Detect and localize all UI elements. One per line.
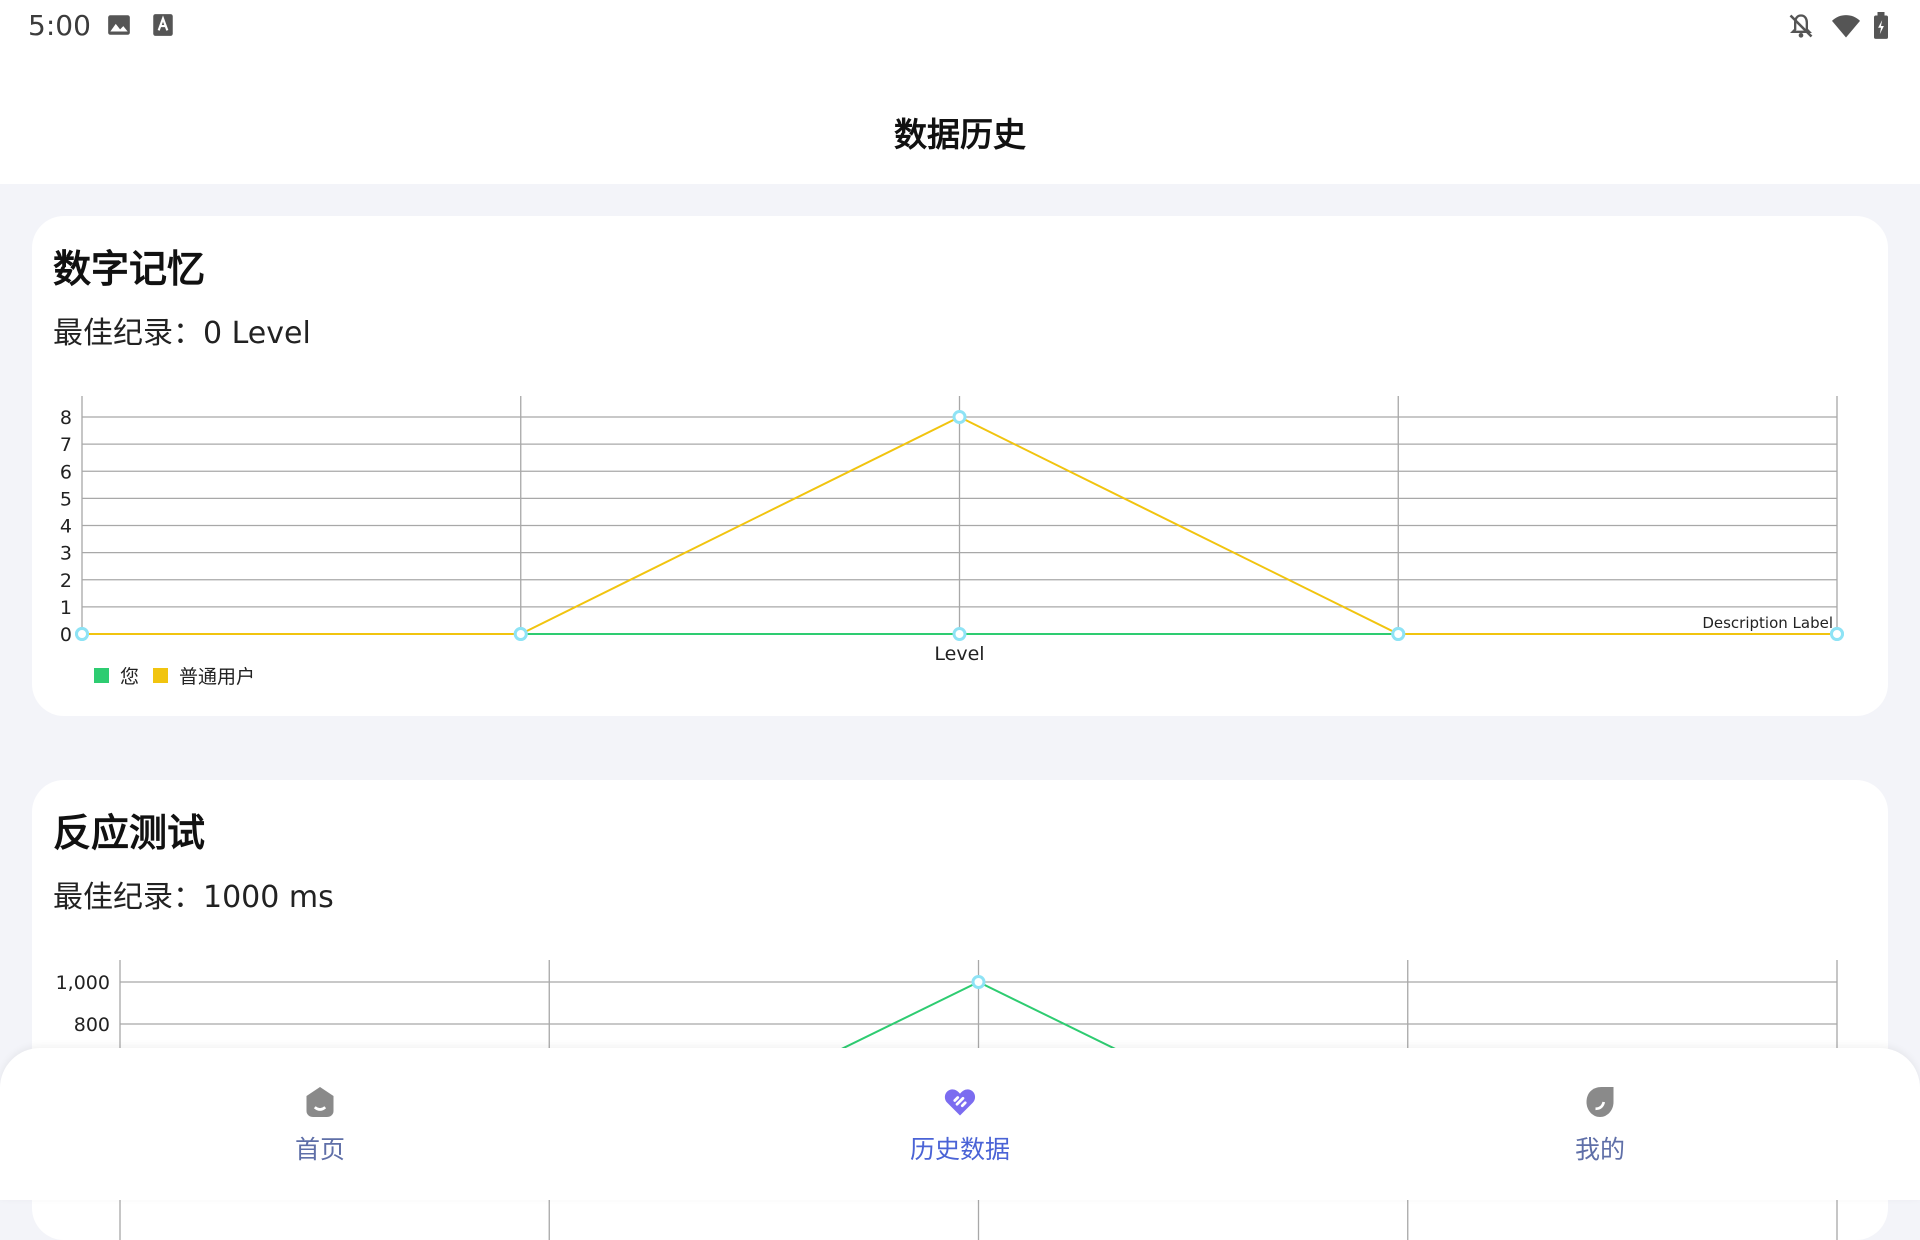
legend-swatch: [94, 668, 109, 683]
profile-leaf-icon: [1586, 1087, 1614, 1117]
nav-label: 历史数据: [909, 1135, 1010, 1164]
data-point: [513, 627, 528, 641]
y-tick-label: 5: [60, 488, 72, 510]
nav-label: 我的: [1574, 1135, 1625, 1164]
data-point: [971, 975, 986, 989]
home-icon: [306, 1087, 334, 1117]
status-bar: 5:00: [0, 0, 1920, 50]
y-tick-label: 7: [60, 434, 72, 456]
data-point: [1391, 627, 1406, 641]
wifi-icon: [1832, 15, 1860, 38]
y-tick-label: 800: [74, 1014, 110, 1036]
y-tick-label: 8: [60, 407, 72, 429]
heart-link-icon: [944, 1089, 976, 1116]
status-time: 5:00: [28, 9, 91, 42]
data-point: [952, 627, 967, 641]
nav-profile[interactable]: 我的: [1490, 1048, 1710, 1200]
y-tick-label: 3: [60, 543, 72, 565]
memory-line-chart: 0 1 2 3 4 5 6 7 8 Level Description Label 您 普通用户: [60, 396, 1844, 688]
nav-label: 首页: [294, 1135, 345, 1164]
legend-swatch: [153, 668, 168, 683]
y-tick-label: 0: [60, 624, 72, 646]
text-a-icon: [153, 14, 173, 36]
description-label: Description Label: [1702, 614, 1833, 632]
y-tick-label: 1,000: [56, 972, 110, 994]
legend-label: 您: [120, 666, 139, 688]
page-title: 数据历史: [894, 115, 1026, 154]
y-tick-label: 2: [60, 570, 72, 592]
legend-label: 普通用户: [179, 666, 255, 688]
image-icon: [108, 15, 130, 35]
nav-history[interactable]: 历史数据: [850, 1048, 1070, 1200]
data-point: [1830, 627, 1844, 641]
bottom-navigation: 首页 历史数据 我的: [0, 1048, 1920, 1200]
data-point: [952, 410, 967, 424]
nav-home[interactable]: 首页: [210, 1048, 430, 1200]
memory-card: 数字记忆 最佳纪录：0 Level 0 1 2 3 4 5 6 7 8 Level Descript…: [32, 216, 1888, 716]
x-axis-label: Level: [934, 643, 984, 665]
y-tick-label: 4: [60, 516, 72, 538]
data-point: [75, 627, 89, 641]
bell-off-icon: [1789, 14, 1813, 38]
app-bar: 数据历史: [0, 50, 1920, 184]
y-tick-label: 6: [60, 461, 72, 483]
battery-icon: [1874, 12, 1888, 39]
y-tick-label: 1: [60, 597, 72, 619]
